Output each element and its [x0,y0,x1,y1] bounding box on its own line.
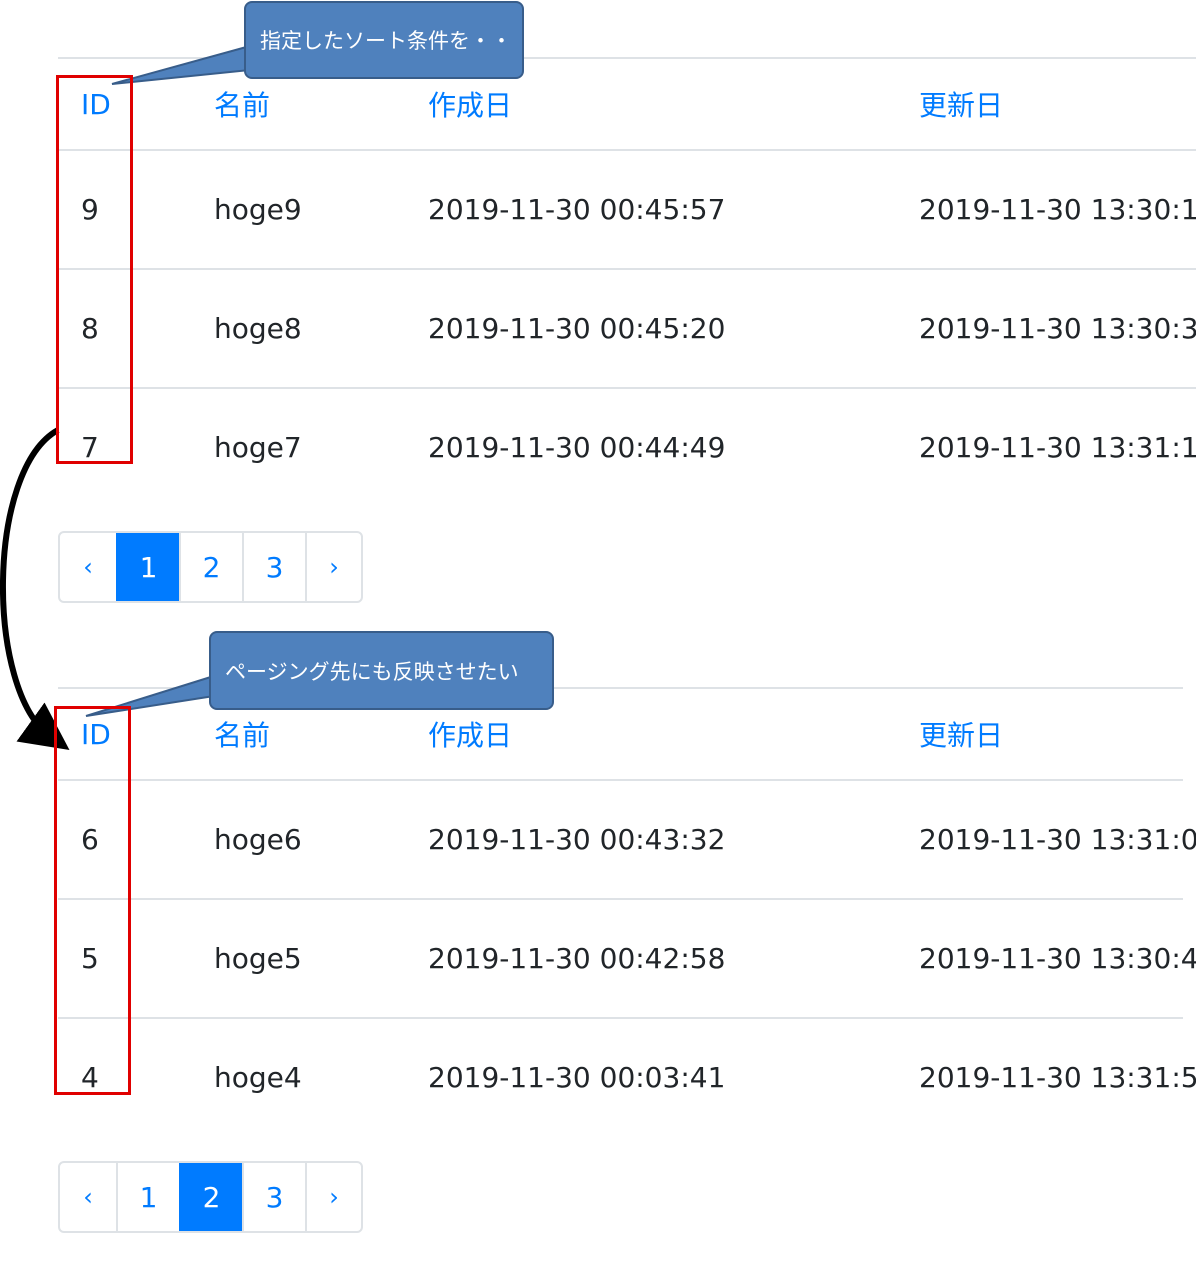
data-table: ID 名前 作成日 更新日 9 hoge9 2019-11-30 00:45:5… [58,57,1196,506]
table-row: 9 hoge9 2019-11-30 00:45:57 2019-11-30 1… [58,149,1196,269]
cell-name: hoge4 [191,1017,405,1136]
sort-link-updated[interactable]: 更新日 [919,719,1003,752]
annotation-callout: ページング先にも反映させたい [209,631,554,710]
cell-updated: 2019-11-30 13:30:49 [896,898,1196,1018]
cell-updated: 2019-11-30 13:31:57 [896,1017,1196,1136]
cell-created: 2019-11-30 00:43:32 [405,779,896,899]
page-next-button[interactable]: › [305,1163,361,1231]
cell-created: 2019-11-30 00:45:57 [405,149,896,269]
sort-header-updated[interactable]: 更新日 [896,688,1183,780]
page-3-button[interactable]: 3 [242,533,305,601]
cell-created: 2019-11-30 00:03:41 [405,1017,896,1136]
cell-updated: 2019-11-30 13:31:05 [896,779,1196,899]
curved-arrow [0,427,70,751]
pagination: ‹ 1 2 3 › [58,531,363,603]
page-3-button[interactable]: 3 [242,1163,305,1231]
sort-link-name[interactable]: 名前 [214,719,270,752]
cell-updated: 2019-11-30 13:30:35 [896,268,1196,388]
cell-name: hoge5 [191,898,405,1018]
sort-link-created[interactable]: 作成日 [428,89,512,122]
cell-updated: 2019-11-30 13:30:19 [896,149,1196,269]
annotation-callout: 指定したソート条件を・・ [244,1,524,79]
id-column-highlight [54,706,131,1095]
page-1-button[interactable]: 1 [116,533,179,601]
sort-header-updated[interactable]: 更新日 [896,58,1196,150]
table-row: 8 hoge8 2019-11-30 00:45:20 2019-11-30 1… [58,268,1196,388]
cell-created: 2019-11-30 00:45:20 [405,268,896,388]
pagination: ‹ 1 2 3 › [58,1161,363,1233]
cell-name: hoge9 [191,149,405,269]
page-2-button[interactable]: 2 [179,1163,242,1231]
page-prev-button[interactable]: ‹ [60,1163,116,1231]
cell-name: hoge6 [191,779,405,899]
page-next-button[interactable]: › [305,533,361,601]
cell-name: hoge8 [191,268,405,388]
page-1-button[interactable]: 1 [116,1163,179,1231]
sort-link-name[interactable]: 名前 [214,89,270,122]
table-row: 6 hoge6 2019-11-30 00:43:32 2019-11-30 1… [58,779,1196,899]
page-2-button[interactable]: 2 [179,533,242,601]
table-header-row: ID 名前 作成日 更新日 [58,58,1196,150]
id-column-highlight [56,75,133,464]
table-row: 4 hoge4 2019-11-30 00:03:41 2019-11-30 1… [58,1017,1196,1136]
sort-link-created[interactable]: 作成日 [428,719,512,752]
data-table: ID 名前 作成日 更新日 6 hoge6 2019-11-30 00:43:3… [58,687,1196,1136]
page-prev-button[interactable]: ‹ [60,533,116,601]
sort-link-updated[interactable]: 更新日 [919,89,1003,122]
cell-created: 2019-11-30 00:44:49 [405,387,896,506]
cell-updated: 2019-11-30 13:31:17 [896,387,1196,506]
table-row: 5 hoge5 2019-11-30 00:42:58 2019-11-30 1… [58,898,1196,1018]
table-row: 7 hoge7 2019-11-30 00:44:49 2019-11-30 1… [58,387,1196,506]
cell-created: 2019-11-30 00:42:58 [405,898,896,1018]
cell-name: hoge7 [191,387,405,506]
